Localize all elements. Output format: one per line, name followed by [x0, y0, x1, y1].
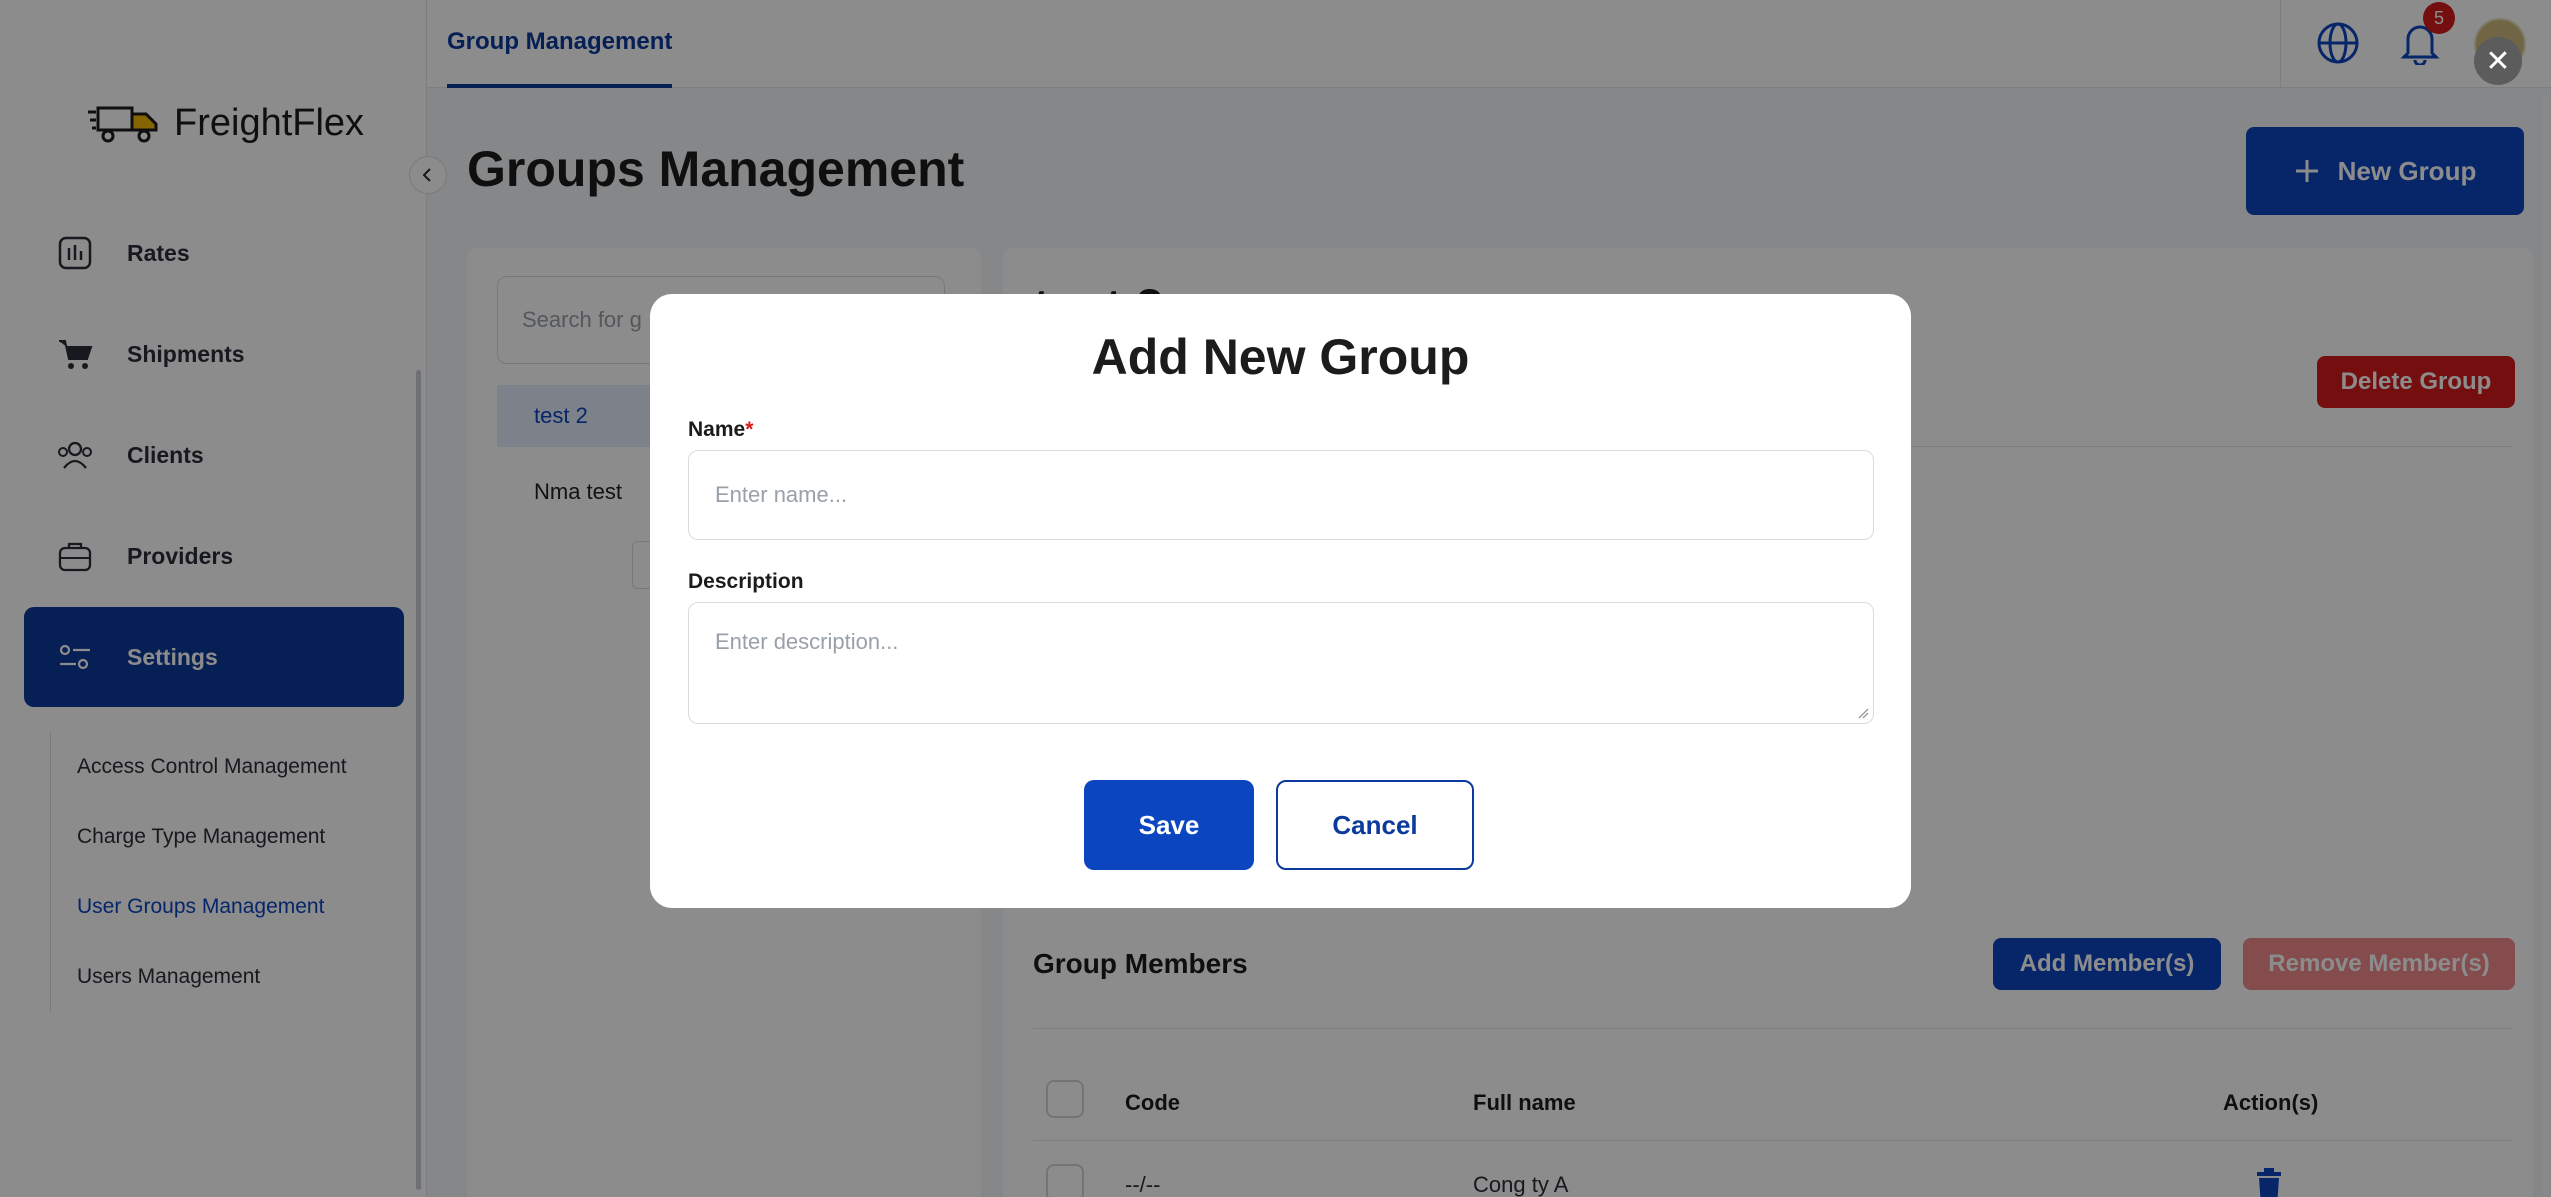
cancel-button[interactable]: Cancel: [1276, 780, 1474, 870]
modal-title: Add New Group: [1091, 329, 1470, 385]
name-input[interactable]: Enter name...: [688, 450, 1874, 540]
required-mark: *: [745, 418, 754, 441]
description-placeholder: Enter description...: [715, 629, 899, 654]
page-scrollbar[interactable]: [2543, 95, 2549, 1195]
resize-grip-icon[interactable]: [1857, 707, 1869, 719]
name-field-label: Name*: [688, 418, 753, 442]
name-label-text: Name: [688, 418, 746, 441]
save-button[interactable]: Save: [1084, 780, 1254, 870]
description-field-label: Description: [688, 570, 804, 593]
add-group-modal: Add New Group Name* Enter name... Descri…: [650, 294, 1911, 908]
close-icon[interactable]: ✕: [2474, 37, 2522, 85]
description-textarea[interactable]: Enter description...: [688, 602, 1874, 724]
